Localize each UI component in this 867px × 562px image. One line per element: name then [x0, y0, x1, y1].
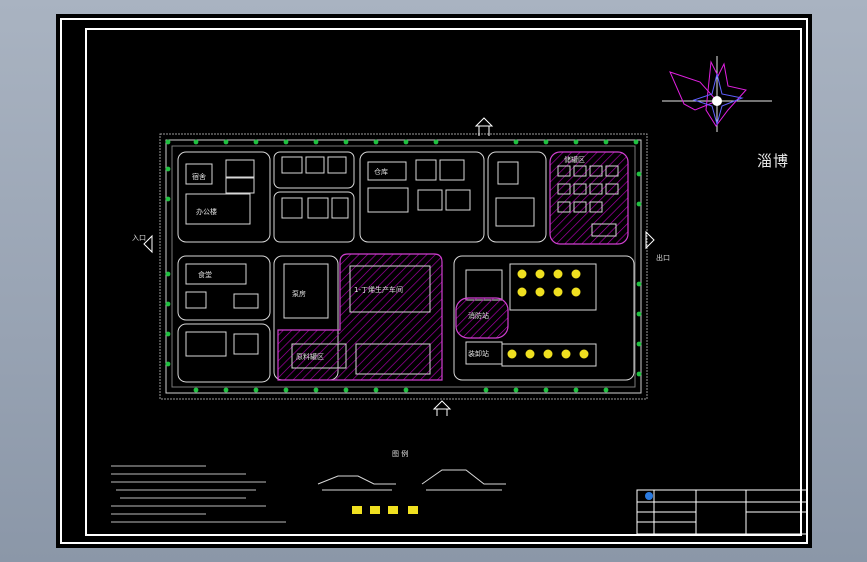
- label-pump: 泵房: [292, 289, 306, 298]
- section-details: [317, 469, 506, 491]
- label-canteen: 食堂: [198, 270, 212, 279]
- city-label: 淄博: [757, 152, 790, 170]
- label-office: 办公楼: [196, 207, 217, 216]
- tank-symbols: [507, 269, 589, 359]
- site-plan-drawing: 办公楼 宿舍 食堂 仓库 1-丁烯生产车间 原料罐区 储罐区 消防站 泵房 装卸…: [60, 18, 808, 544]
- label-tank-farm: 储罐区: [564, 155, 585, 164]
- cad-viewport[interactable]: 办公楼 宿舍 食堂 仓库 1-丁烯生产车间 原料罐区 储罐区 消防站 泵房 装卸…: [56, 14, 812, 548]
- label-exit: 出口: [656, 253, 670, 262]
- label-butadiene: 1-丁烯生产车间: [354, 285, 403, 294]
- wind-rose: [662, 56, 772, 132]
- title-block: [636, 489, 808, 535]
- hatched-zone-central: [277, 253, 443, 381]
- legend-title: 图 例: [392, 449, 408, 458]
- label-entrance: 入口: [132, 234, 146, 242]
- school-logo: [645, 492, 653, 500]
- label-storage: 原料罐区: [296, 352, 324, 361]
- building-blocks: [177, 151, 547, 243]
- legend-swatches: [352, 506, 418, 514]
- label-dormitory: 宿舍: [192, 172, 206, 181]
- label-fire-station: 消防站: [468, 311, 489, 320]
- notes-block: [111, 465, 286, 523]
- inner-border: [85, 28, 802, 536]
- label-warehouse: 仓库: [374, 167, 388, 176]
- label-loading: 装卸站: [468, 349, 489, 358]
